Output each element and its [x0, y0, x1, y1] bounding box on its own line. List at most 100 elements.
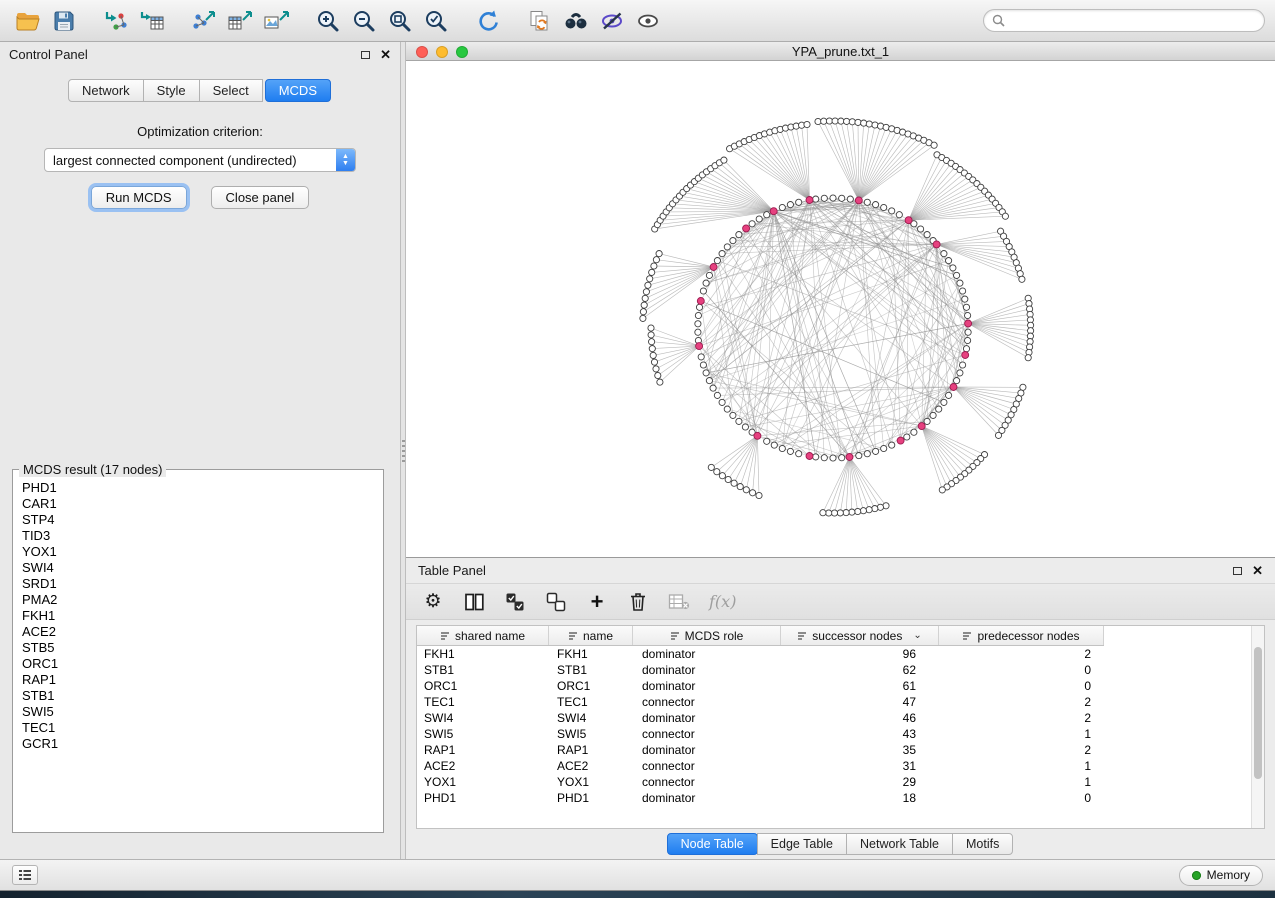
zoom-in-button[interactable]	[310, 5, 346, 37]
column-sort-icon	[568, 631, 578, 641]
close-window-icon[interactable]	[416, 46, 428, 58]
zoom-group	[310, 5, 454, 37]
memory-button[interactable]: Memory	[1179, 865, 1263, 886]
mcds-result-item[interactable]: STB1	[22, 688, 374, 704]
mcds-result-item[interactable]: STB5	[22, 640, 374, 656]
tab-select[interactable]: Select	[199, 79, 263, 102]
tab-node-table[interactable]: Node Table	[667, 833, 758, 855]
table-panel-title: Table Panel	[418, 563, 486, 578]
clear-table-button[interactable]	[668, 589, 690, 615]
tab-style[interactable]: Style	[143, 79, 200, 102]
zoom-out-button[interactable]	[346, 5, 382, 37]
mcds-result-item[interactable]: SRD1	[22, 576, 374, 592]
export-group	[186, 5, 294, 37]
table-cell: ACE2	[417, 759, 549, 773]
run-mcds-button[interactable]: Run MCDS	[91, 186, 187, 209]
table-row[interactable]: SWI5SWI5connector431	[417, 726, 1264, 742]
mcds-buttons: Run MCDS Close panel	[0, 186, 400, 209]
column-header-successor-nodes[interactable]: successor nodes ⌄	[781, 626, 939, 645]
mcds-result-item[interactable]: SWI5	[22, 704, 374, 720]
mcds-result-item[interactable]: TEC1	[22, 720, 374, 736]
table-row[interactable]: ORC1ORC1dominator610	[417, 678, 1264, 694]
column-header-predecessor-nodes[interactable]: predecessor nodes	[939, 626, 1104, 645]
mcds-result-item[interactable]: PMA2	[22, 592, 374, 608]
add-column-button[interactable]: +	[586, 589, 608, 615]
node-table: shared name name MCDS role successo	[416, 625, 1265, 829]
export-table-button[interactable]	[222, 5, 258, 37]
tab-motifs[interactable]: Motifs	[952, 833, 1013, 855]
mcds-result-item[interactable]: PHD1	[22, 480, 374, 496]
show-columns-button[interactable]	[463, 589, 485, 615]
table-row[interactable]: ACE2ACE2connector311	[417, 758, 1264, 774]
mcds-result-item[interactable]: GCR1	[22, 736, 374, 752]
export-image-button[interactable]	[258, 5, 294, 37]
tab-edge-table[interactable]: Edge Table	[757, 833, 847, 855]
tab-mcds[interactable]: MCDS	[265, 79, 331, 102]
column-header-name[interactable]: name	[549, 626, 633, 645]
mcds-result-item[interactable]: TID3	[22, 528, 374, 544]
search-input[interactable]	[1011, 14, 1256, 28]
maximize-window-icon[interactable]	[456, 46, 468, 58]
mcds-result-item[interactable]: RAP1	[22, 672, 374, 688]
table-row[interactable]: SWI4SWI4dominator462	[417, 710, 1264, 726]
mcds-result-list[interactable]: PHD1CAR1STP4TID3YOX1SWI4SRD1PMA2FKH1ACE2…	[13, 477, 383, 832]
mcds-result-item[interactable]: CAR1	[22, 496, 374, 512]
mcds-result-item[interactable]: FKH1	[22, 608, 374, 624]
zoom-fit-button[interactable]	[382, 5, 418, 37]
mcds-result-item[interactable]: ACE2	[22, 624, 374, 640]
table-tabs: Node Table Edge Table Network Table Moti…	[406, 829, 1275, 859]
deselect-all-button[interactable]	[545, 589, 567, 615]
scrollbar-thumb[interactable]	[1254, 647, 1262, 779]
float-panel-icon[interactable]	[361, 51, 370, 59]
close-panel-icon[interactable]: ✕	[380, 48, 391, 61]
show-panels-button[interactable]	[12, 865, 38, 885]
table-row[interactable]: YOX1YOX1connector291	[417, 774, 1264, 790]
refresh-layout-button[interactable]	[470, 5, 506, 37]
tab-network[interactable]: Network	[68, 79, 144, 102]
network-canvas[interactable]	[406, 61, 1275, 557]
find-network-button[interactable]	[558, 5, 594, 37]
import-network-button[interactable]	[98, 5, 134, 37]
control-panel-tabs: Network Style Select MCDS	[0, 79, 400, 102]
hide-graphics-details-button[interactable]	[594, 5, 630, 37]
tab-network-table[interactable]: Network Table	[846, 833, 953, 855]
table-cell: PHD1	[549, 791, 633, 805]
select-all-button[interactable]	[504, 589, 526, 615]
column-header-shared-name[interactable]: shared name	[417, 626, 549, 645]
zoom-selected-button[interactable]	[418, 5, 454, 37]
mcds-result-item[interactable]: YOX1	[22, 544, 374, 560]
table-row[interactable]: FKH1FKH1dominator962	[417, 646, 1264, 662]
delete-column-button[interactable]	[627, 589, 649, 615]
table-scrollbar[interactable]	[1251, 626, 1264, 828]
import-table-button[interactable]	[134, 5, 170, 37]
table-cell: dominator	[633, 679, 781, 693]
memory-status-icon	[1192, 871, 1201, 880]
close-panel-button[interactable]: Close panel	[211, 186, 310, 209]
export-network-button[interactable]	[186, 5, 222, 37]
mcds-result-item[interactable]: ORC1	[22, 656, 374, 672]
column-header-mcds-role[interactable]: MCDS role	[633, 626, 781, 645]
function-builder-button[interactable]: f(x)	[709, 589, 736, 615]
table-cell: STB1	[549, 663, 633, 677]
float-table-panel-icon[interactable]	[1233, 567, 1242, 575]
open-folder-icon	[16, 10, 40, 32]
optimization-select[interactable]: largest connected component (undirected)…	[44, 148, 356, 172]
table-row[interactable]: TEC1TEC1connector472	[417, 694, 1264, 710]
show-graphics-details-button[interactable]	[630, 5, 666, 37]
search-field[interactable]	[983, 9, 1265, 32]
table-row[interactable]: STB1STB1dominator620	[417, 662, 1264, 678]
table-cell: 2	[939, 743, 1104, 757]
close-table-panel-icon[interactable]: ✕	[1252, 564, 1263, 577]
mcds-result-item[interactable]: STP4	[22, 512, 374, 528]
table-row[interactable]: PHD1PHD1dominator180	[417, 790, 1264, 806]
table-cell: RAP1	[417, 743, 549, 757]
table-settings-button[interactable]: ⚙	[422, 589, 444, 615]
network-title-bar[interactable]: YPA_prune.txt_1	[406, 42, 1275, 61]
table-row[interactable]: RAP1RAP1dominator352	[417, 742, 1264, 758]
table-cell: YOX1	[549, 775, 633, 789]
mcds-result-item[interactable]: SWI4	[22, 560, 374, 576]
open-session-button[interactable]	[10, 5, 46, 37]
save-session-button[interactable]	[46, 5, 82, 37]
minimize-window-icon[interactable]	[436, 46, 448, 58]
clone-network-button[interactable]	[522, 5, 558, 37]
